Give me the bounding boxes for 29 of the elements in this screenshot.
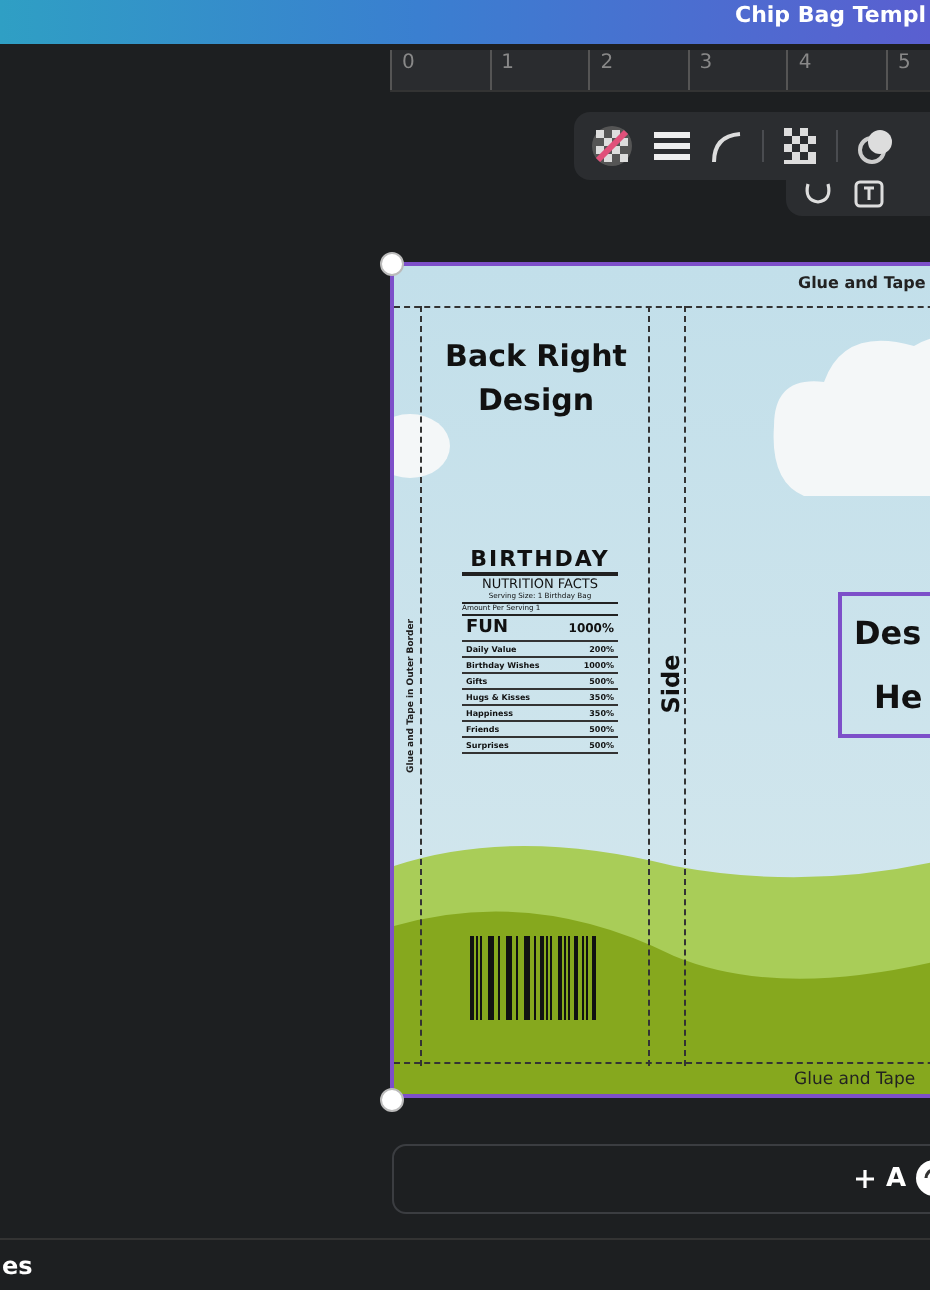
flap-label: Glue and Tape <box>794 1070 916 1090</box>
ruler-number: 1 <box>489 50 589 90</box>
nutrition-main-label: FUN <box>466 618 508 638</box>
ruler-number: 5 <box>885 50 930 90</box>
ruler-number: 4 <box>786 50 886 90</box>
flap-label: Glue and Tape <box>798 274 926 292</box>
add-page-button[interactable]: A <box>392 1144 930 1214</box>
layers-icon[interactable] <box>858 128 894 164</box>
ruler-number: 0 <box>390 50 490 90</box>
barcode-icon <box>470 936 598 1020</box>
front-title: Des <box>854 611 924 655</box>
border-style-icon[interactable] <box>654 132 690 160</box>
document-title[interactable]: Chip Bag Templ <box>735 2 926 28</box>
ruler-number: 3 <box>687 50 787 90</box>
no-color-icon[interactable] <box>590 124 634 168</box>
side-label: Side <box>657 654 686 714</box>
front-title: He <box>872 675 925 719</box>
lasso-icon[interactable] <box>802 180 834 208</box>
plus-icon <box>856 1170 874 1188</box>
footer-label: es <box>2 1251 33 1279</box>
text-box[interactable]: Des He <box>838 592 930 738</box>
transparency-icon[interactable] <box>784 128 816 164</box>
back-title: Back Right Design <box>443 336 629 422</box>
ruler-number: 2 <box>588 50 688 90</box>
text-box-icon[interactable] <box>854 180 884 208</box>
nutrition-heading: BIRTHDAY <box>462 546 618 576</box>
resize-handle[interactable] <box>380 1088 404 1112</box>
corner-radius-icon[interactable] <box>710 130 742 162</box>
resize-handle[interactable] <box>380 252 404 276</box>
